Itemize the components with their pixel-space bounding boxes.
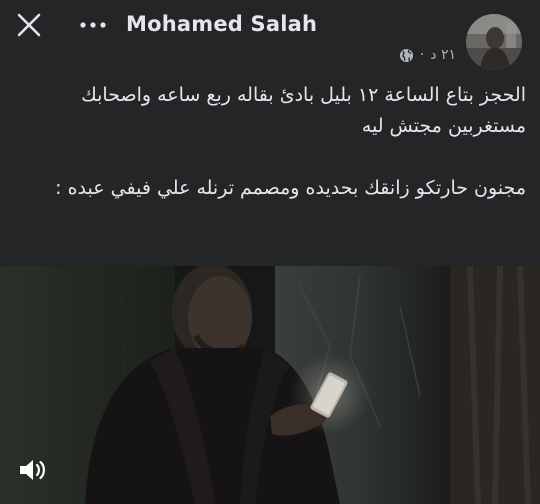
post-paragraph: الحجز بتاع الساعة ١٢ بليل بادئ بقاله ربع…	[81, 84, 526, 137]
post-text: الحجز بتاع الساعة ١٢ بليل بادئ بقاله ربع…	[14, 80, 526, 204]
globe-icon	[399, 48, 413, 62]
post-header: Mohamed Salah · ٢١ د	[0, 0, 540, 80]
author-avatar[interactable]	[466, 14, 522, 70]
post-meta: · ٢١ د	[399, 47, 456, 63]
post-video[interactable]	[0, 266, 540, 504]
close-button[interactable]	[14, 10, 44, 40]
avatar-image	[466, 14, 522, 70]
author-name[interactable]: Mohamed Salah	[126, 12, 317, 36]
close-icon	[17, 13, 41, 37]
more-horizontal-icon	[80, 22, 106, 28]
volume-button[interactable]	[12, 450, 52, 490]
meta-separator: ·	[419, 47, 425, 63]
more-options-button[interactable]	[78, 14, 108, 36]
volume-icon	[20, 460, 45, 480]
video-frame	[0, 266, 540, 504]
post-time[interactable]: ٢١ د	[430, 47, 456, 63]
post-paragraph: مجنون حارتكو زانقك بحديده ومصمم ترنله عل…	[55, 177, 526, 199]
